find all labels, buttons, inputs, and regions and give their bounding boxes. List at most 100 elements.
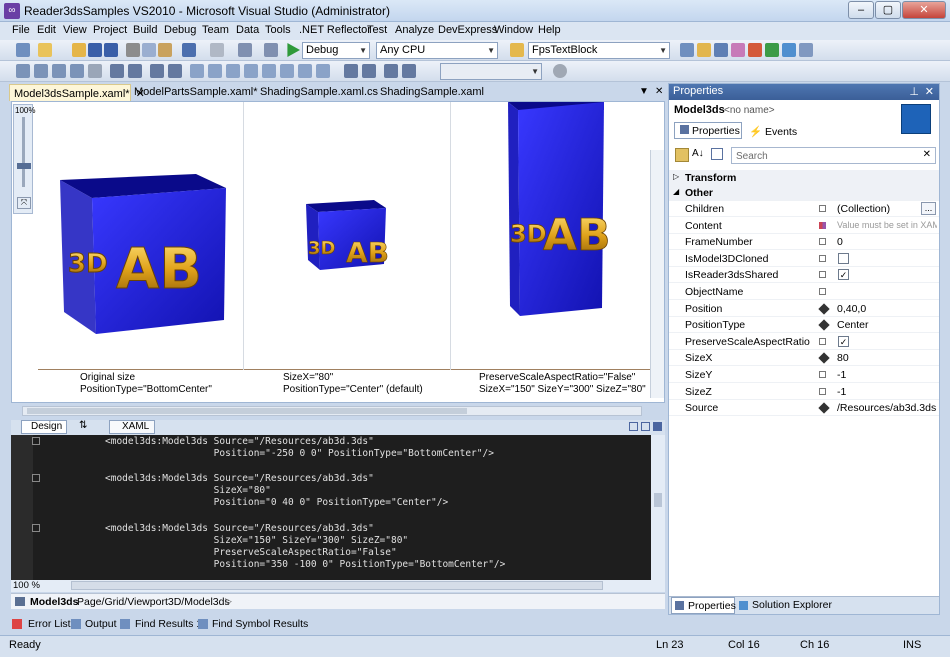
save-icon[interactable]: [88, 43, 102, 57]
word-wrap-icon[interactable]: [88, 64, 102, 78]
tab-find-results-1[interactable]: Find Results 1: [135, 618, 202, 630]
menu-view[interactable]: View: [63, 24, 87, 36]
breadcrumb-root[interactable]: Model3ds: [30, 596, 78, 608]
toolbar-options-icon[interactable]: [799, 43, 813, 57]
swap-panes-icon[interactable]: ⇅: [79, 420, 87, 431]
outdent-icon[interactable]: [110, 64, 124, 78]
maximize-button[interactable]: ▢: [875, 1, 901, 19]
tab-find-symbol-results[interactable]: Find Symbol Results: [212, 618, 308, 630]
property-checkbox[interactable]: [838, 252, 849, 264]
fold-marker-icon[interactable]: [32, 524, 40, 532]
align-icon[interactable]: [384, 64, 398, 78]
menu-edit[interactable]: Edit: [37, 24, 56, 36]
menu-debug[interactable]: Debug: [164, 24, 196, 36]
navigate-backward-icon[interactable]: [238, 43, 252, 57]
vertical-split-icon[interactable]: [629, 422, 638, 431]
designer-vertical-scrollbar[interactable]: [650, 150, 664, 398]
tab-model-parts-sample[interactable]: ModelPartsSample.xaml*: [130, 84, 258, 101]
code-line[interactable]: SizeX="80": [105, 485, 271, 496]
menu-team[interactable]: Team: [202, 24, 229, 36]
property-row-objectname[interactable]: ObjectName: [669, 284, 939, 300]
close-panel-icon[interactable]: ✕: [925, 85, 934, 98]
property-search-input[interactable]: Search ✕: [731, 147, 936, 164]
bookmark-prev-icon[interactable]: [208, 64, 222, 78]
tab-shading-sample-cs[interactable]: ShadingSample.xaml.cs: [256, 84, 378, 101]
code-line[interactable]: SizeX="150" SizeY="300" SizeZ="80": [105, 535, 408, 546]
toolbar-disabled-combo[interactable]: ▼: [440, 63, 542, 80]
property-row-isreader3dsshared[interactable]: IsReader3dsShared ✓: [669, 267, 939, 284]
solution-platform-select[interactable]: Any CPU ▼: [376, 42, 498, 59]
property-value[interactable]: -1: [837, 386, 846, 398]
code-zoom-select[interactable]: 100 %: [13, 580, 40, 591]
bookmark-prev-folder-icon[interactable]: [244, 64, 258, 78]
menu-tools[interactable]: Tools: [265, 24, 291, 36]
property-row-sizez[interactable]: SizeZ -1: [669, 384, 939, 400]
design-view-tab[interactable]: Design: [21, 420, 67, 434]
quick-info-icon[interactable]: [52, 64, 66, 78]
property-row-position[interactable]: Position 0,40,0: [669, 301, 939, 317]
menu-analyze[interactable]: Analyze: [395, 24, 434, 36]
property-value[interactable]: 0,40,0: [837, 303, 866, 315]
property-row-ismodel3dcloned[interactable]: IsModel3DCloned: [669, 251, 939, 267]
bookmark-next-folder-icon[interactable]: [262, 64, 276, 78]
code-horizontal-scrollbar[interactable]: [71, 581, 603, 590]
bookmark-next-icon[interactable]: [226, 64, 240, 78]
property-checkbox[interactable]: ✓: [838, 269, 849, 281]
collection-editor-button[interactable]: ...: [921, 202, 936, 215]
zoom-track[interactable]: [22, 117, 25, 187]
indent-icon[interactable]: [128, 64, 142, 78]
category-other[interactable]: ◢ Other: [669, 185, 939, 201]
distribute-icon[interactable]: [402, 64, 416, 78]
fold-marker-icon[interactable]: [32, 437, 40, 445]
code-line[interactable]: <model3ds:Model3ds Source="/Resources/ab…: [105, 436, 374, 447]
start-debugging-icon[interactable]: [287, 43, 300, 57]
bookmark-next-doc-icon[interactable]: [298, 64, 312, 78]
menu-window[interactable]: Window: [494, 24, 533, 36]
horizontal-split-icon[interactable]: [641, 422, 650, 431]
menu-build[interactable]: Build: [133, 24, 157, 36]
property-value[interactable]: 80: [837, 352, 849, 364]
start-page-icon[interactable]: [748, 43, 762, 57]
copy-icon[interactable]: [142, 43, 156, 57]
tab-error-list[interactable]: Error List: [28, 618, 71, 630]
undo-icon[interactable]: [182, 43, 196, 57]
default-value-marker-icon[interactable]: [819, 387, 826, 395]
collapse-icon[interactable]: ◢: [673, 187, 679, 196]
command-window-icon[interactable]: [782, 43, 796, 57]
default-value-marker-icon[interactable]: [819, 288, 826, 295]
bookmark-prev-doc-icon[interactable]: [280, 64, 294, 78]
properties-tab[interactable]: Properties: [674, 122, 742, 139]
breadcrumb-chevron-icon[interactable]: ▷: [225, 596, 232, 607]
property-row-framenumber[interactable]: FrameNumber 0: [669, 234, 939, 251]
property-value[interactable]: /Resources/ab3d.3ds: [837, 402, 936, 414]
list-members-icon[interactable]: [16, 64, 30, 78]
code-line[interactable]: <model3ds:Model3ds Source="/Resources/ab…: [105, 523, 374, 534]
object-name-field[interactable]: <no name>: [724, 105, 775, 116]
menu-file[interactable]: File: [12, 24, 30, 36]
category-transform[interactable]: ▷ Transform: [669, 170, 939, 186]
menu-help[interactable]: Help: [538, 24, 561, 36]
property-row-preservescaleaspectratio[interactable]: PreserveScaleAspectRatio ✓: [669, 334, 939, 350]
paste-icon[interactable]: [158, 43, 172, 57]
object-browser-icon[interactable]: [714, 43, 728, 57]
toolbox-icon[interactable]: [731, 43, 745, 57]
solution-explorer-icon[interactable]: [680, 43, 694, 57]
zoom-slider[interactable]: 100% ⤧: [13, 104, 35, 214]
pin-icon[interactable]: ⊥: [909, 85, 919, 98]
local-value-marker-icon[interactable]: [818, 302, 830, 315]
menu-devexpress[interactable]: DevExpress: [438, 24, 497, 36]
parameter-info-icon[interactable]: [34, 64, 48, 78]
property-row-sizex[interactable]: SizeX 80: [669, 350, 939, 367]
property-value[interactable]: 0: [837, 236, 843, 248]
property-row-children[interactable]: Children (Collection)...: [669, 201, 939, 217]
events-tab[interactable]: ⚡ Events: [749, 125, 797, 138]
expand-icon[interactable]: ▷: [673, 172, 679, 181]
collapse-pane-icon[interactable]: [653, 422, 662, 431]
uncomment-icon[interactable]: [168, 64, 182, 78]
local-value-marker-icon[interactable]: [818, 352, 830, 365]
default-value-marker-icon[interactable]: [819, 271, 826, 279]
property-row-source[interactable]: Source/Resources/ab3d.3ds: [669, 400, 939, 417]
tab-shading-sample-xaml[interactable]: ShadingSample.xaml: [376, 84, 486, 101]
format-document-icon[interactable]: [344, 64, 358, 78]
open-file-icon[interactable]: [72, 43, 86, 57]
